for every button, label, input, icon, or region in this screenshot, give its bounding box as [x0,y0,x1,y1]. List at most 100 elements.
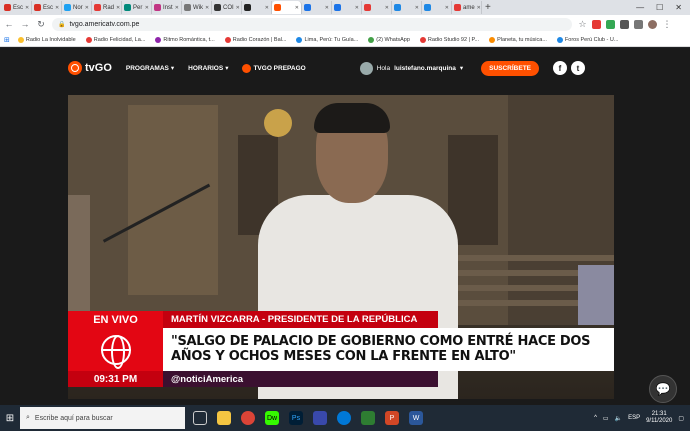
bookmark-item[interactable]: Radio Corazón | Bal... [224,36,286,43]
url-input[interactable]: 🔒 tvgo.americatv.com.pe [52,17,572,31]
close-window-button[interactable]: ✕ [675,3,682,12]
close-icon[interactable]: ✕ [295,5,299,11]
close-icon[interactable]: ✕ [445,5,449,11]
tab-favicon-icon [394,4,401,11]
browser-tab[interactable]: Wik ✕ [182,1,212,14]
twitter-icon[interactable]: t [571,61,586,75]
browser-tab[interactable]: Rad ✕ [92,1,122,14]
browser-tab[interactable]: ✕ [302,1,332,14]
bookmark-item[interactable]: Radio Studio 92 | P... [419,36,479,43]
tab-favicon-icon [424,4,431,11]
nav-programas[interactable]: PROGRAMAS ▾ [126,64,174,73]
browser-tab[interactable]: ✕ [242,1,272,14]
browser-tab[interactable]: Per ✕ [122,1,152,14]
close-icon[interactable]: ✕ [236,5,240,11]
close-icon[interactable]: ✕ [385,5,389,11]
close-icon[interactable]: ✕ [205,5,209,11]
back-icon[interactable]: ← [4,19,14,29]
nav-prepago[interactable]: TVGO PREPAGO [242,63,306,73]
apps-icon[interactable]: ⊞ [4,36,10,44]
close-icon[interactable]: ✕ [325,5,329,11]
bookmark-item[interactable]: Radio Felicidad, La... [85,36,145,43]
search-icon: ⌕ [26,414,30,421]
nav-horarios[interactable]: HORARIOS ▾ [188,64,229,73]
browser-tab[interactable]: ✕ [392,1,422,14]
windows-start-icon[interactable]: ⊞ [0,405,20,431]
tab-favicon-icon [454,4,461,11]
close-icon[interactable]: ✕ [25,5,29,11]
user-menu[interactable]: Hola luistefano.marquina ▾ [359,61,463,75]
browser-tab[interactable]: Esc ✕ [32,1,62,14]
bookmark-item[interactable]: Foros Perú Club - U... [556,36,618,43]
subscribe-button[interactable]: SUSCRÍBETE [481,60,540,76]
browser-tab[interactable]: ✕ [332,1,362,14]
browser-tab[interactable]: ✕ [362,1,392,14]
windows-taskbar: ⊞ ⌕ Escribe aquí para buscar Dw Ps P W ^… [0,405,690,431]
url-text: tvgo.americatv.com.pe [69,20,140,28]
close-icon[interactable]: ✕ [116,5,120,11]
browser-tab[interactable]: Nor ✕ [62,1,92,14]
close-icon[interactable]: ✕ [55,5,59,11]
forward-icon[interactable]: → [20,19,30,29]
bookmark-favicon-icon [489,36,496,43]
extension-icon[interactable] [606,19,615,29]
browser-tab[interactable]: ame ✕ [452,1,482,14]
close-icon[interactable]: ✕ [175,5,179,11]
bookmark-item[interactable]: Planeta, tu música... [489,36,547,43]
tab-favicon-icon [94,4,101,11]
app-icon[interactable] [313,411,327,425]
dreamweaver-icon[interactable]: Dw [265,411,279,425]
powerpoint-icon[interactable]: P [385,411,399,425]
network-icon[interactable]: ▭ [603,415,609,422]
minimize-button[interactable]: — [636,3,644,12]
bookmark-star-icon[interactable]: ☆ [578,19,587,29]
close-icon[interactable]: ✕ [415,5,419,11]
bookmark-item[interactable]: Ritmo Romántica, t... [155,36,215,43]
avatar[interactable] [648,19,657,29]
tab-favicon-icon [274,4,281,11]
tvgo-logo[interactable]: tvGO [68,61,112,75]
app-icon[interactable] [361,411,375,425]
browser-tab[interactable]: Inst ✕ [152,1,182,14]
taskbar-search-input[interactable]: ⌕ Escribe aquí para buscar [20,407,185,429]
notifications-icon[interactable]: ▢ [678,415,684,422]
extension-icon[interactable] [592,19,601,29]
close-icon[interactable]: ✕ [265,5,269,11]
close-icon[interactable]: ✕ [145,5,149,11]
word-icon[interactable]: W [409,411,423,425]
tab-favicon-icon [244,4,251,11]
chat-bubble-icon[interactable]: 💬 [649,375,677,403]
reload-icon[interactable]: ↻ [36,19,46,30]
close-icon[interactable]: ✕ [477,5,481,11]
puzzle-icon[interactable] [634,19,643,29]
bookmark-item[interactable]: (2) WhatsApp [368,36,410,43]
new-tab-button[interactable]: + [485,2,491,13]
menu-kebab-icon[interactable]: ⋮ [662,19,672,30]
live-badge: EN VIVO [68,311,163,328]
browser-tab[interactable]: COI ✕ [212,1,242,14]
file-explorer-icon[interactable] [217,411,231,425]
facebook-icon[interactable]: f [553,61,568,75]
browser-tab[interactable]: Esc ✕ [2,1,32,14]
maximize-button[interactable]: ☐ [656,3,663,12]
task-view-icon[interactable] [193,411,207,425]
video-player[interactable]: EN VIVO MARTÍN VIZCARRA - PRESIDENTE DE … [68,95,614,399]
chevron-down-icon: ▾ [225,65,229,72]
bookmark-item[interactable]: Radio La Inolvidable [17,36,76,43]
photoshop-icon[interactable]: Ps [289,411,303,425]
language-indicator[interactable]: ESP [628,415,640,421]
close-icon[interactable]: ✕ [355,5,359,11]
browser-tab[interactable]: ✕ [422,1,452,14]
taskbar-clock[interactable]: 21:31 9/11/2020 [646,411,672,425]
broadcast-time: 09:31 PM [68,371,163,387]
bookmark-item[interactable]: Lima, Perú: Tu Guía... [296,36,358,43]
chrome-icon[interactable] [241,411,255,425]
volume-icon[interactable]: 🔈 [615,415,622,422]
chevron-up-icon[interactable]: ^ [594,415,597,421]
edge-icon[interactable] [337,411,351,425]
globe-logo-icon [68,61,82,75]
bookmark-favicon-icon [155,36,162,43]
browser-tab[interactable]: ✕ [272,1,302,14]
extension-icon[interactable] [620,19,629,29]
close-icon[interactable]: ✕ [85,5,89,11]
